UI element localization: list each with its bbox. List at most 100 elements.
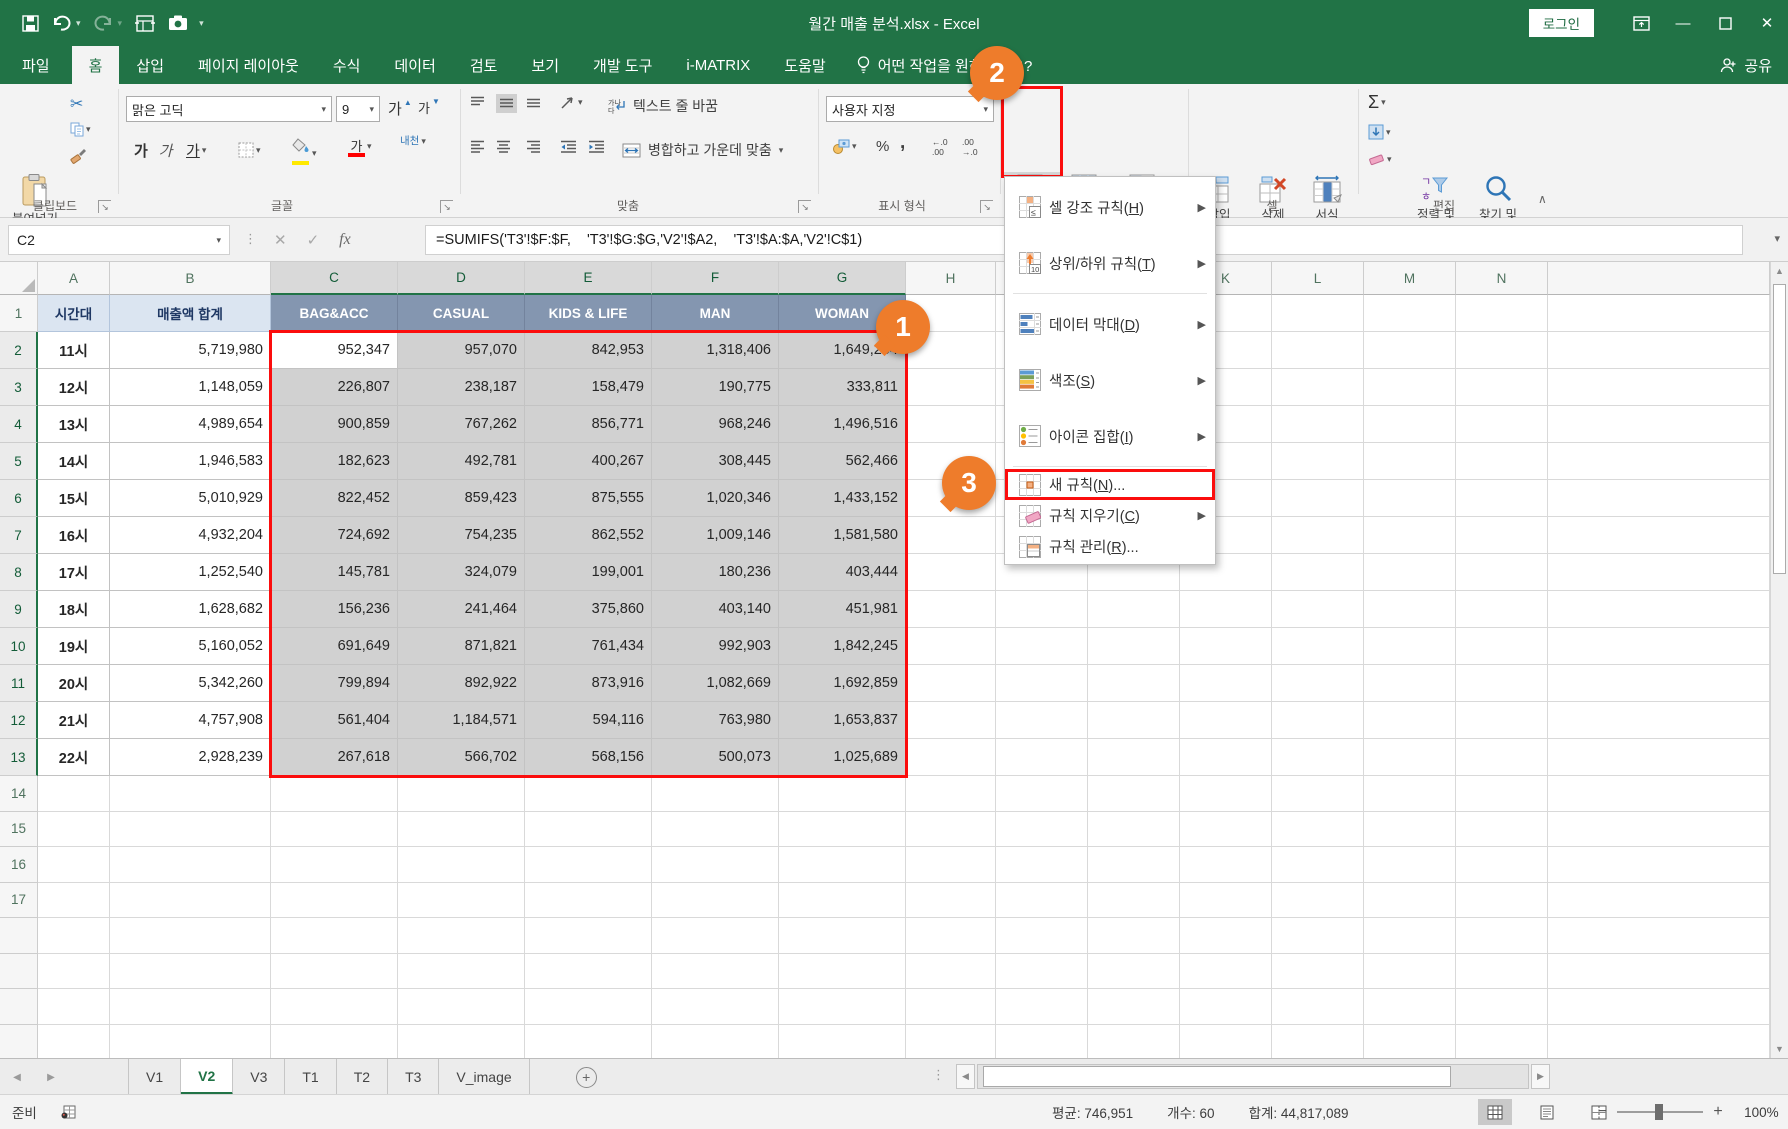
cell-total[interactable]: 1,628,682 — [110, 591, 271, 628]
view-normal-button[interactable] — [1478, 1099, 1512, 1125]
menu-item-manage-rules[interactable]: 규칙 관리(R)... — [1005, 531, 1215, 562]
cell[interactable] — [1548, 1025, 1770, 1059]
ribbon-tab-8[interactable]: i-MATRIX — [669, 46, 767, 84]
menu-item-top-bottom[interactable]: 10상위/하위 규칙(T)▶ — [1005, 235, 1215, 291]
cell[interactable] — [1456, 295, 1548, 332]
row-number-2[interactable]: 2 — [0, 332, 38, 369]
cell-value[interactable]: 799,894 — [271, 665, 398, 702]
copy-button[interactable]: ▾ — [70, 122, 91, 137]
login-button[interactable]: 로그인 — [1529, 9, 1594, 37]
cell[interactable] — [1364, 517, 1456, 554]
cell[interactable] — [1364, 480, 1456, 517]
cell[interactable] — [1364, 369, 1456, 406]
cell[interactable] — [906, 883, 996, 919]
insert-function-button[interactable]: fx — [339, 231, 351, 249]
cell[interactable] — [110, 776, 271, 812]
cell-time[interactable]: 21시 — [38, 702, 110, 739]
cell[interactable] — [398, 883, 525, 919]
cell[interactable] — [652, 883, 779, 919]
horizontal-scrollbar[interactable] — [977, 1064, 1529, 1089]
cell-value[interactable]: 158,479 — [525, 369, 652, 406]
cell[interactable] — [1272, 1025, 1364, 1059]
cell-value[interactable]: 1,318,406 — [652, 332, 779, 369]
cell[interactable] — [1088, 1025, 1180, 1059]
cell[interactable] — [1456, 591, 1548, 628]
fill-color-button[interactable]: ▾ — [292, 138, 317, 168]
cell[interactable] — [906, 665, 996, 702]
cell[interactable] — [1088, 812, 1180, 848]
column-header-C[interactable]: C — [271, 262, 398, 295]
scroll-up-icon[interactable]: ▲ — [1771, 266, 1788, 276]
cell-value[interactable]: 562,466 — [779, 443, 906, 480]
ribbon-tab-3[interactable]: 수식 — [316, 46, 378, 84]
row-number-8[interactable]: 8 — [0, 554, 38, 591]
cell[interactable] — [1548, 295, 1770, 332]
font-dialog-launcher[interactable]: ↘ — [440, 200, 453, 213]
cell[interactable] — [1456, 918, 1548, 954]
cell[interactable] — [271, 883, 398, 919]
font-size-combo[interactable]: 9▾ — [336, 96, 380, 122]
cell[interactable] — [1364, 1025, 1456, 1059]
cell[interactable] — [1272, 989, 1364, 1025]
cell[interactable] — [1364, 628, 1456, 665]
cell-time[interactable]: 15시 — [38, 480, 110, 517]
cell[interactable] — [1456, 554, 1548, 591]
cell-value[interactable]: 873,916 — [525, 665, 652, 702]
cell[interactable] — [1272, 812, 1364, 848]
cell[interactable] — [1364, 954, 1456, 990]
cell[interactable] — [525, 954, 652, 990]
cell[interactable] — [906, 847, 996, 883]
zoom-in-button[interactable]: + — [1713, 1103, 1722, 1121]
cell[interactable] — [1548, 702, 1770, 739]
sheet-tab-T1[interactable]: T1 — [285, 1059, 336, 1095]
cell[interactable] — [996, 954, 1088, 990]
grow-font-button[interactable]: 가▲ — [388, 98, 412, 119]
cell-value[interactable]: 1,581,580 — [779, 517, 906, 554]
cell[interactable] — [906, 1025, 996, 1059]
cell[interactable] — [1364, 776, 1456, 812]
sheet-tab-V1[interactable]: V1 — [128, 1059, 181, 1095]
cell-value[interactable]: 568,156 — [525, 739, 652, 776]
cell[interactable] — [1180, 847, 1272, 883]
cell[interactable] — [1548, 406, 1770, 443]
enter-icon[interactable]: ✓ — [307, 231, 320, 249]
row-number-6[interactable]: 6 — [0, 480, 38, 517]
cell[interactable] — [525, 776, 652, 812]
sheet-tab-T3[interactable]: T3 — [388, 1059, 439, 1095]
cell[interactable] — [1456, 883, 1548, 919]
cell[interactable] — [1548, 480, 1770, 517]
cell[interactable] — [1364, 332, 1456, 369]
cell[interactable] — [398, 989, 525, 1025]
column-header-E[interactable]: E — [525, 262, 652, 295]
cell[interactable] — [1548, 847, 1770, 883]
cell-time[interactable]: 11시 — [38, 332, 110, 369]
cell[interactable] — [1272, 665, 1364, 702]
cell[interactable] — [906, 406, 996, 443]
macro-record-icon[interactable] — [61, 1105, 76, 1119]
cell-value[interactable]: 992,903 — [652, 628, 779, 665]
row-number-1[interactable]: 1 — [0, 295, 38, 332]
sheet-tab-V2[interactable]: V2 — [181, 1059, 233, 1095]
cell[interactable] — [1272, 776, 1364, 812]
cell[interactable] — [1180, 812, 1272, 848]
cell[interactable] — [996, 628, 1088, 665]
align-right-button[interactable] — [526, 140, 541, 153]
cell[interactable] — [996, 883, 1088, 919]
cell[interactable] — [1272, 847, 1364, 883]
cell-time[interactable]: 12시 — [38, 369, 110, 406]
cell[interactable] — [1088, 847, 1180, 883]
wrap-text-button[interactable]: 가나다 텍스트 줄 바꿈 — [608, 96, 718, 116]
cell[interactable] — [398, 954, 525, 990]
cell-value[interactable]: 566,702 — [398, 739, 525, 776]
cell[interactable] — [271, 989, 398, 1025]
column-header-H[interactable]: H — [906, 262, 996, 295]
autosum-button[interactable]: Σ▾ — [1368, 92, 1386, 113]
row-number-blank[interactable] — [0, 918, 38, 954]
cell[interactable] — [110, 954, 271, 990]
cell-value[interactable]: 492,781 — [398, 443, 525, 480]
cell-value[interactable]: 875,555 — [525, 480, 652, 517]
menu-item-highlight-cells[interactable]: ≤셀 강조 규칙(H)▶ — [1005, 179, 1215, 235]
cell-total[interactable]: 4,932,204 — [110, 517, 271, 554]
cell[interactable] — [1088, 702, 1180, 739]
cell[interactable] — [1364, 812, 1456, 848]
